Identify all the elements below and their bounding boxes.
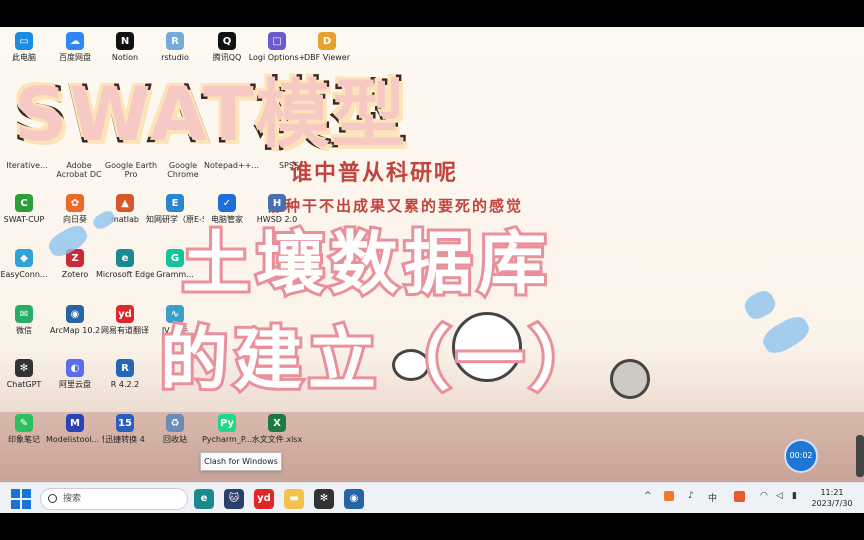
taskbar: 搜索 e 🐱 yd ▬ ✻ ◉ ^ ♪ 中 ◠ ◁ ▮ 11:21 2023/7/30 <box>0 482 864 513</box>
video-subtitle-line-2: 的建立（一） <box>157 318 605 403</box>
desktop-icon-label: R 4.2.2 <box>110 380 140 389</box>
taskbar-tooltip: Clash for Windows <box>200 452 282 471</box>
cloud-icon: ☁ <box>66 32 84 50</box>
swatcup-icon: C <box>15 194 33 212</box>
speaker-icon[interactable]: ◁ <box>776 491 783 501</box>
wechat-icon: ✉ <box>15 305 33 323</box>
chatgpt-icon[interactable]: ✻ <box>314 489 334 509</box>
arcmap-icon: ◉ <box>66 305 84 323</box>
desktop-icon[interactable]: ♻ 回收站 <box>146 412 204 456</box>
modelis-icon: M <box>66 414 84 432</box>
wifi-icon[interactable]: ◠ <box>760 491 768 501</box>
side-panel-handle[interactable] <box>856 435 864 477</box>
taskbar-clock[interactable]: 11:21 2023/7/30 <box>808 487 856 509</box>
notion-icon: N <box>116 32 134 50</box>
ime-indicator[interactable]: 中 <box>708 491 717 504</box>
shield-icon: ✓ <box>218 194 236 212</box>
computer-icon: ▭ <box>15 32 33 50</box>
letterbox-bottom <box>0 513 864 540</box>
estudy-icon: E <box>166 194 184 212</box>
qq-icon: Q <box>218 32 236 50</box>
desktop-icon[interactable]: X 水文文件.xlsx <box>248 412 306 456</box>
aliyun-icon: ◐ <box>66 359 84 377</box>
youdao-icon[interactable]: yd <box>254 489 274 509</box>
clock-date: 2023/7/30 <box>811 499 853 508</box>
recording-timer-badge[interactable]: 00:02 <box>784 439 818 473</box>
search-placeholder: 搜索 <box>63 494 82 504</box>
letterbox-top <box>0 0 864 27</box>
pycharm-icon: Py <box>218 414 236 432</box>
app-tray-icon[interactable] <box>734 491 745 502</box>
evernote-icon: ✎ <box>15 414 33 432</box>
r-icon: R <box>116 359 134 377</box>
edge-icon[interactable]: e <box>194 489 214 509</box>
chatgpt-icon: ✻ <box>15 359 33 377</box>
rstudio-icon: R <box>166 32 184 50</box>
battery-icon[interactable]: ▮ <box>792 491 797 501</box>
video-subtitle-line-1: 土壤数据库 <box>179 222 553 307</box>
brush-scribble <box>741 287 779 323</box>
clash-icon[interactable]: 🐱 <box>224 489 244 509</box>
easyconnect-icon: ◆ <box>15 249 33 267</box>
clock-time: 11:21 <box>820 488 844 497</box>
converter-icon: 15 <box>116 414 134 432</box>
edge-icon: e <box>116 249 134 267</box>
recycle-bin-icon: ♻ <box>166 414 184 432</box>
matlab-icon: ▲ <box>116 194 134 212</box>
desktop-icon-label: DBF Viewer <box>304 53 350 62</box>
wallpaper-slogan-2: 那种干不出成果又累的要死的感觉 <box>268 197 524 215</box>
taskbar-search[interactable]: 搜索 <box>40 488 188 510</box>
dbf-icon: D <box>318 32 336 50</box>
desktop-icon-label: rstudio <box>161 53 189 62</box>
sunflower-icon: ✿ <box>66 194 84 212</box>
microphone-icon[interactable]: ♪ <box>688 491 694 501</box>
arcmap-icon[interactable]: ◉ <box>344 489 364 509</box>
hwsd-icon: H <box>268 194 286 212</box>
video-title: SWAT模型 <box>12 70 409 161</box>
excel-icon: X <box>268 414 286 432</box>
windows-logo-icon <box>11 489 20 498</box>
desktop-icon-label: 水文文件.xlsx <box>251 435 303 444</box>
start-button[interactable] <box>11 489 31 509</box>
desktop-icon[interactable]: R R 4.2.2 <box>96 357 154 401</box>
search-icon <box>48 494 57 503</box>
folder-icon[interactable]: ▬ <box>284 489 304 509</box>
desktop-icon-label: 回收站 <box>163 435 187 444</box>
logi-icon: □ <box>268 32 286 50</box>
chevron-up-icon[interactable]: ^ <box>644 491 652 501</box>
desktop: 谁中普从科研呢 那种干不出成果又累的要死的感觉 Iterative... Adob… <box>0 27 864 482</box>
brush-scribble <box>758 311 814 359</box>
cat-illustration-small <box>610 359 650 399</box>
sunflower-tray-icon[interactable] <box>664 491 674 501</box>
youdao-icon: yd <box>116 305 134 323</box>
